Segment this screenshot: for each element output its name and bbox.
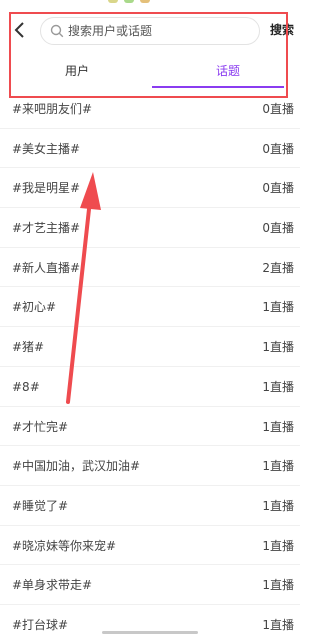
topic-live-count: 0直播	[262, 141, 294, 156]
topic-row[interactable]: #美女主播# 0直播	[0, 129, 300, 169]
topic-row[interactable]: #晓凉妹等你来宠# 1直播	[0, 526, 300, 566]
topic-live-count: 1直播	[262, 419, 294, 434]
topic-list: #来吧朋友们# 0直播 #美女主播# 0直播 #我是明星# 0直播 #才艺主播# 0直播 #新人…	[0, 89, 300, 637]
status-bar-remnant	[108, 0, 150, 3]
topic-name: #才忙完#	[12, 419, 69, 434]
topic-name: #8#	[12, 379, 40, 394]
topic-name: #晓凉妹等你来宠#	[12, 538, 117, 553]
search-topic-screen: 搜索用户或话题 搜索 用户 话题 #来吧朋友们# 0直播 #美女主播# 0直播 #我是明…	[0, 0, 300, 637]
topic-live-count: 1直播	[262, 617, 294, 632]
topic-live-count: 1直播	[262, 300, 294, 315]
topic-live-count: 2直播	[262, 260, 294, 275]
topic-live-count: 1直播	[262, 538, 294, 553]
topic-live-count: 1直播	[262, 498, 294, 513]
topic-live-count: 0直播	[262, 221, 294, 236]
topic-row[interactable]: #8# 1直播	[0, 367, 300, 407]
topic-row[interactable]: #来吧朋友们# 0直播	[0, 89, 300, 129]
topic-name: #才艺主播#	[12, 221, 81, 236]
search-button[interactable]: 搜索	[270, 22, 294, 38]
topic-row[interactable]: #中国加油，武汉加油# 1直播	[0, 446, 300, 486]
topic-live-count: 1直播	[262, 379, 294, 394]
tab-topic[interactable]: 话题	[163, 62, 293, 80]
topic-row[interactable]: #新人直播# 2直播	[0, 248, 300, 288]
topic-live-count: 0直播	[262, 181, 294, 196]
topic-name: #打台球#	[12, 617, 69, 632]
topic-row[interactable]: #睡觉了# 1直播	[0, 486, 300, 526]
topic-live-count: 1直播	[262, 459, 294, 474]
topic-name: #中国加油，武汉加油#	[12, 459, 141, 474]
topic-row[interactable]: #单身求带走# 1直播	[0, 565, 300, 605]
topic-live-count: 1直播	[262, 578, 294, 593]
topic-name: #来吧朋友们#	[12, 102, 93, 116]
search-input[interactable]: 搜索用户或话题	[40, 17, 260, 45]
topic-name: #美女主播#	[12, 141, 81, 156]
topic-row[interactable]: #才忙完# 1直播	[0, 407, 300, 447]
topic-live-count: 0直播	[262, 102, 294, 116]
topic-row[interactable]: #猪# 1直播	[0, 327, 300, 367]
topic-name: #初心#	[12, 300, 57, 315]
topic-name: #我是明星#	[12, 181, 81, 196]
back-button[interactable]	[12, 20, 28, 40]
topic-live-count: 1直播	[262, 340, 294, 355]
active-tab-indicator	[152, 86, 284, 88]
tab-user[interactable]: 用户	[12, 62, 142, 80]
topic-row[interactable]: #我是明星# 0直播	[0, 168, 300, 209]
search-icon	[50, 24, 64, 38]
topic-row[interactable]: #才艺主播# 0直播	[0, 208, 300, 248]
home-indicator	[102, 631, 198, 634]
topic-name: #猪#	[12, 340, 45, 355]
topic-row[interactable]: #初心# 1直播	[0, 287, 300, 328]
topic-name: #睡觉了#	[12, 498, 69, 513]
chevron-left-icon	[14, 22, 24, 38]
search-placeholder: 搜索用户或话题	[68, 24, 153, 38]
topic-name: #单身求带走#	[12, 578, 93, 593]
topic-name: #新人直播#	[12, 260, 81, 275]
